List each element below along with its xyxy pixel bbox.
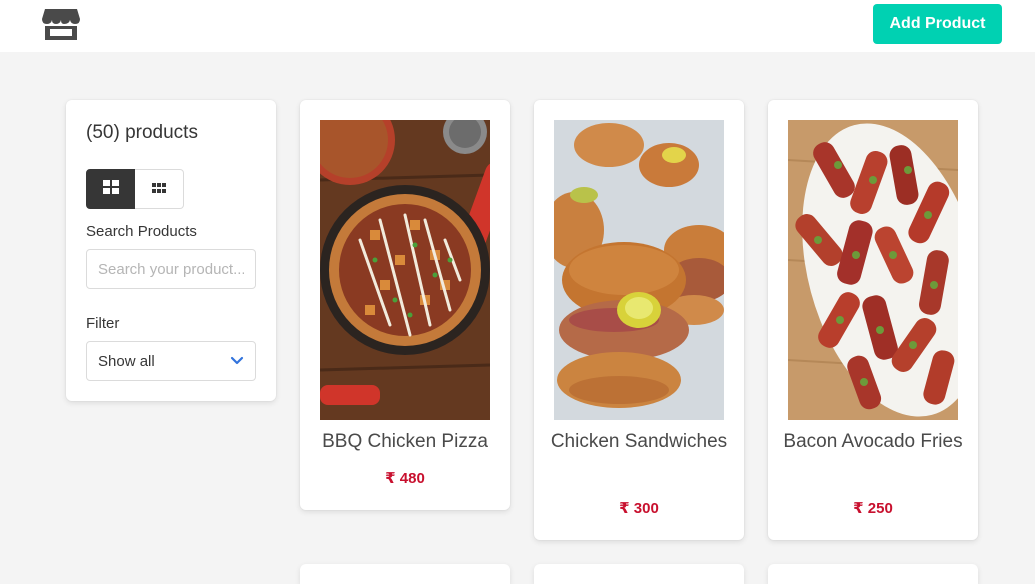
product-image-pizza bbox=[320, 120, 490, 420]
filter-selected-value: Show all bbox=[98, 352, 155, 370]
product-price: ₹ 250 bbox=[853, 500, 893, 517]
product-name: Chicken Sandwiches bbox=[550, 431, 728, 452]
product-price: ₹ 480 bbox=[385, 470, 425, 487]
add-product-button[interactable]: Add Product bbox=[873, 4, 1002, 44]
view-toggle bbox=[86, 169, 184, 209]
grid-small-view-button[interactable] bbox=[135, 169, 184, 209]
product-price: ₹ 300 bbox=[619, 500, 659, 517]
product-name: BBQ Chicken Pizza bbox=[322, 431, 488, 452]
grid-large-icon bbox=[102, 179, 119, 199]
search-label: Search Products bbox=[86, 223, 197, 240]
grid-large-view-button[interactable] bbox=[86, 169, 135, 209]
filter-label: Filter bbox=[86, 315, 120, 332]
store-icon[interactable] bbox=[42, 8, 80, 40]
filter-panel: (50) products Search Products Search you… bbox=[66, 100, 276, 401]
product-card[interactable]: Chicken Sandwiches ₹ 300 bbox=[534, 100, 744, 540]
navbar: Add Product bbox=[0, 0, 1035, 52]
product-card[interactable] bbox=[768, 564, 978, 584]
product-name: Bacon Avocado Fries bbox=[783, 431, 963, 452]
product-count: (50) products bbox=[86, 122, 198, 143]
search-input[interactable] bbox=[86, 249, 256, 289]
grid-small-icon bbox=[152, 180, 166, 198]
product-card[interactable]: BBQ Chicken Pizza ₹ 480 bbox=[300, 100, 510, 510]
product-card[interactable]: Bacon Avocado Fries ₹ 250 bbox=[768, 100, 978, 540]
filter-select[interactable]: Show all bbox=[86, 341, 256, 381]
product-card[interactable] bbox=[534, 564, 744, 584]
product-card[interactable] bbox=[300, 564, 510, 584]
chevron-down-icon bbox=[230, 353, 244, 370]
product-image-fries bbox=[788, 120, 958, 420]
product-image-sandwich bbox=[554, 120, 724, 420]
